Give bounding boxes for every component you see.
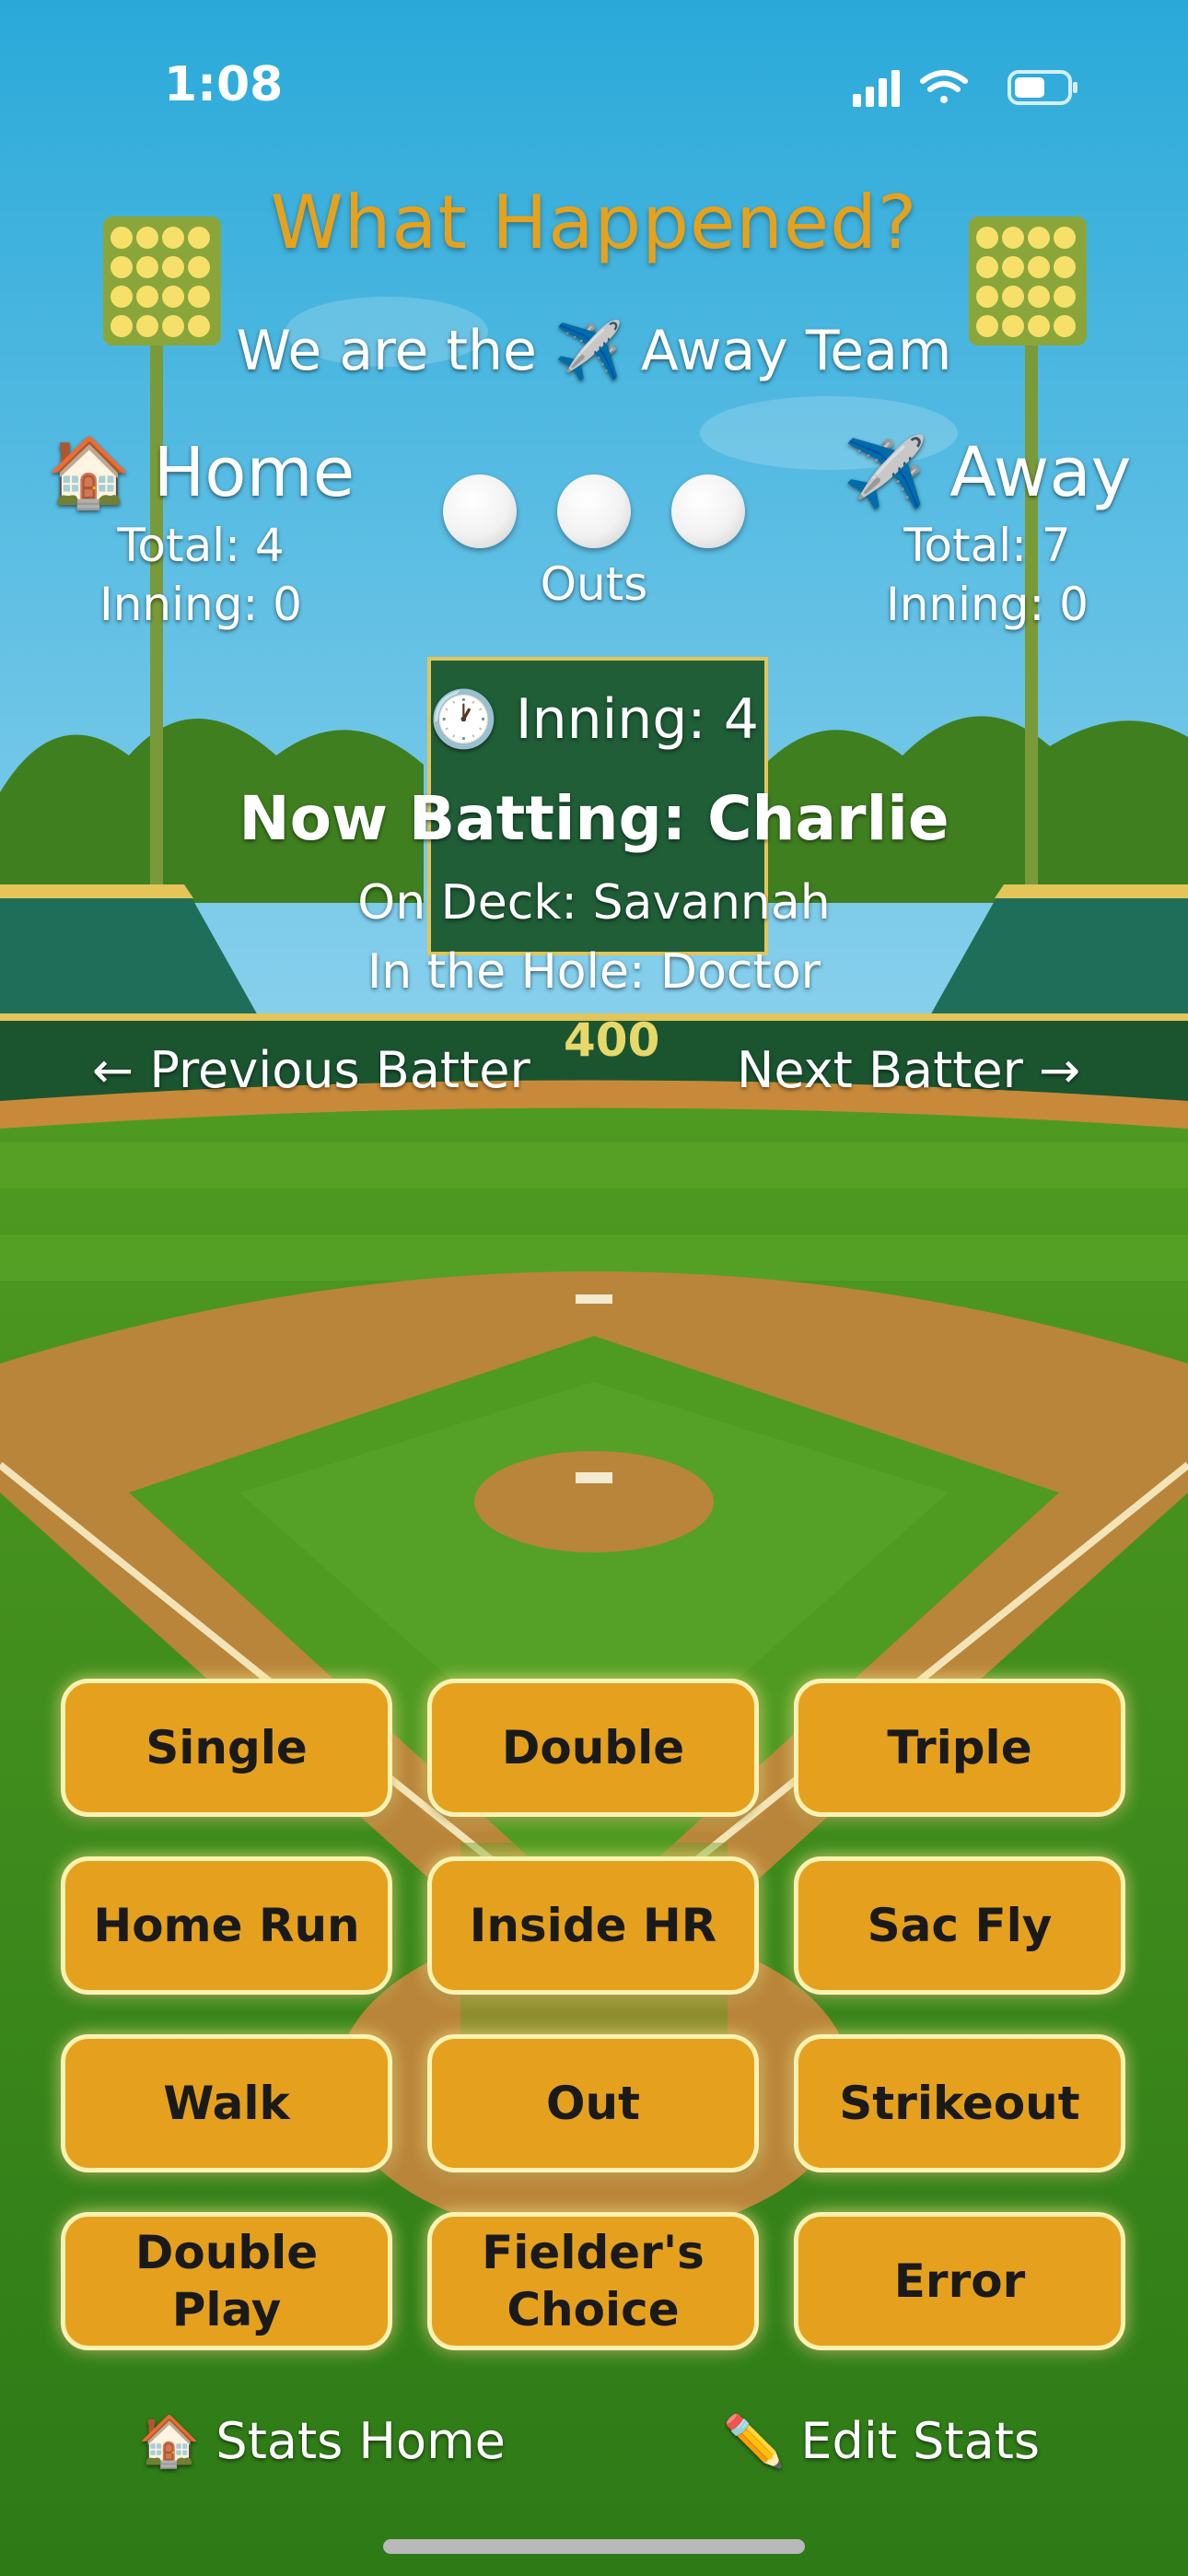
sac-fly-button[interactable]: Sac Fly (794, 1856, 1125, 1995)
strikeout-button[interactable]: Strikeout (794, 2034, 1125, 2172)
walk-button[interactable]: Walk (61, 2034, 392, 2172)
away-inning: Inning: 0 (886, 578, 1089, 631)
next-batter-button[interactable]: Next Batter → (737, 1041, 1080, 1099)
inning-label: Inning: 4 (515, 687, 759, 752)
outfield-distance-sign: 400 (564, 1013, 660, 1067)
team-prefix: We are the (236, 319, 537, 383)
battery-icon (1007, 70, 1077, 105)
out-dot-2[interactable] (557, 474, 631, 548)
fielders-choice-button[interactable]: Fielder's Choice (427, 2212, 759, 2350)
wifi-icon (920, 70, 968, 103)
inside-hr-button[interactable]: Inside HR (427, 1856, 759, 1995)
away-name: Away (949, 433, 1132, 512)
team-name: Away Team (640, 319, 952, 383)
outs-indicator[interactable]: Outs (414, 474, 774, 611)
house-icon: 🏠 (46, 433, 133, 512)
game-screen: 1:08 What Happened? We are the ✈️ Away T… (0, 0, 1188, 2576)
out-dot-1[interactable] (443, 474, 517, 548)
home-run-button[interactable]: Home Run (61, 1856, 392, 1995)
triple-button[interactable]: Triple (794, 1679, 1125, 1817)
previous-batter-button[interactable]: ← Previous Batter (92, 1041, 530, 1099)
on-deck: On Deck: Savannah (357, 875, 831, 931)
signal-icon (853, 70, 900, 107)
outs-dots (414, 474, 774, 552)
pencil-icon: ✏️ (723, 2412, 786, 2470)
out-button[interactable]: Out (427, 2034, 759, 2172)
in-the-hole: In the Hole: Doctor (367, 944, 821, 1000)
error-button[interactable]: Error (794, 2212, 1125, 2350)
stats-home-label: Stats Home (215, 2412, 506, 2470)
team-line: We are the ✈️ Away Team (0, 318, 1188, 383)
home-indicator[interactable] (383, 2539, 805, 2554)
status-time: 1:08 (164, 57, 284, 112)
double-button[interactable]: Double (427, 1679, 759, 1817)
airplane-icon: ✈️ (843, 433, 928, 512)
page-title: What Happened? (270, 180, 918, 265)
out-dot-3[interactable] (671, 474, 745, 548)
airplane-icon: ✈️ (554, 319, 623, 383)
status-icons (853, 70, 1077, 107)
single-button[interactable]: Single (61, 1679, 392, 1817)
play-buttons-grid: Single Double Triple Home Run Inside HR … (61, 1679, 1129, 2350)
outs-label: Outs (540, 557, 648, 611)
home-inning: Inning: 0 (99, 578, 302, 631)
home-name: Home (153, 433, 355, 512)
now-batting: Now Batting: Charlie (239, 783, 949, 854)
home-score-box: 🏠 Home Total: 4 Inning: 0 (7, 433, 394, 631)
away-score-box: ✈️ Away Total: 7 Inning: 0 (794, 433, 1181, 631)
inning-display: 🕐 Inning: 4 (0, 686, 1188, 752)
edit-stats-button[interactable]: ✏️ Edit Stats (723, 2412, 1040, 2471)
stats-home-button[interactable]: 🏠 Stats Home (138, 2412, 506, 2471)
edit-stats-label: Edit Stats (800, 2412, 1041, 2470)
clock-icon: 🕐 (429, 687, 498, 752)
away-total: Total: 7 (903, 519, 1071, 572)
house-icon: 🏠 (138, 2412, 201, 2470)
double-play-button[interactable]: Double Play (61, 2212, 392, 2350)
home-total: Total: 4 (117, 519, 285, 572)
